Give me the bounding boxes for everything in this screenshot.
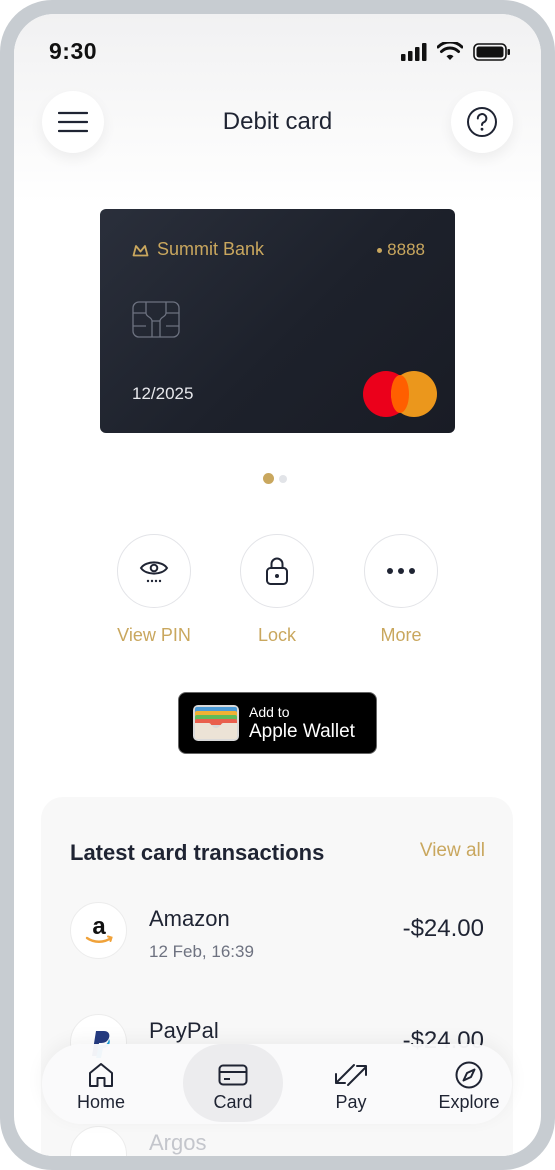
more-button[interactable]: [364, 534, 438, 608]
mastercard-logo: [363, 371, 437, 417]
nav-home[interactable]: Home: [51, 1044, 151, 1124]
device-frame: 9:30 Debit card Summit Bank 8888 12/2025…: [0, 0, 555, 1170]
battery-icon: [473, 42, 510, 61]
lock-action[interactable]: Lock: [227, 534, 327, 646]
nav-explore[interactable]: Explore: [419, 1044, 519, 1124]
transactions-title: Latest card transactions: [70, 840, 325, 865]
nav-pay-label: Pay: [335, 1092, 367, 1112]
view-all-link[interactable]: View all: [420, 840, 485, 862]
nav-card[interactable]: Card: [183, 1044, 283, 1124]
chip-icon: [132, 301, 180, 338]
status-icons: [401, 42, 511, 61]
status-time: 9:30: [49, 38, 98, 64]
lock-label: Lock: [257, 625, 297, 645]
signal-icon: [401, 42, 427, 61]
argos-logo: [70, 1126, 127, 1156]
svg-text:a: a: [92, 913, 106, 940]
nav-home-label: Home: [76, 1092, 125, 1112]
compass-icon: [455, 1061, 483, 1089]
wallet-text: Add to Apple Wallet: [249, 705, 355, 741]
home-icon: [89, 1063, 113, 1087]
more-label: More: [380, 625, 422, 645]
masked-dot: [377, 247, 383, 253]
more-action[interactable]: More: [351, 534, 451, 646]
pager-dot-active[interactable]: [263, 473, 274, 484]
bank-name: Summit Bank: [157, 239, 265, 259]
pay-icon: [335, 1064, 367, 1086]
nav-card-icon-wrap: [183, 1058, 283, 1092]
mastercard-overlap: [391, 375, 409, 413]
wallet-icon: [193, 705, 239, 741]
view-pin-action[interactable]: View PIN: [104, 534, 204, 646]
transaction-merchant: Amazon: [149, 906, 230, 931]
nav-card-label: Card: [213, 1092, 253, 1112]
card-expiry: 12/2025: [132, 384, 194, 403]
wallet-line2: Apple Wallet: [249, 721, 355, 742]
transaction-amount: -$24.00: [402, 915, 484, 942]
transaction-date: 12 Feb, 16:39: [149, 942, 254, 961]
add-to-apple-wallet-button[interactable]: Add to Apple Wallet: [178, 692, 377, 754]
view-pin-label: View PIN: [117, 625, 191, 645]
card-last-digits: 8888: [387, 240, 425, 259]
nav-home-icon-wrap: [51, 1058, 151, 1092]
card-bank: Summit Bank: [132, 239, 264, 260]
view-pin-button[interactable]: [117, 534, 191, 608]
card-pager: [263, 473, 287, 484]
nav-explore-label: Explore: [438, 1092, 500, 1112]
bottom-nav: Home Card Pay Explore: [42, 1044, 512, 1124]
wifi-icon: [437, 42, 463, 60]
debit-card[interactable]: Summit Bank 8888 12/2025: [100, 209, 455, 433]
transaction-merchant: Argos: [149, 1130, 207, 1155]
help-button[interactable]: [451, 91, 513, 153]
lock-button[interactable]: [240, 534, 314, 608]
pager-dot[interactable]: [279, 474, 287, 483]
nav-pay[interactable]: Pay: [301, 1044, 401, 1124]
screen: 9:30 Debit card Summit Bank 8888 12/2025…: [14, 14, 541, 1156]
transaction-merchant: PayPal: [149, 1018, 219, 1043]
help-icon: [467, 107, 497, 137]
amazon-logo: a: [70, 902, 127, 959]
transaction-row[interactable]: a Amazon 12 Feb, 16:39 -$24.00: [70, 902, 484, 962]
transaction-row[interactable]: Argos: [70, 1126, 484, 1156]
more-icon: [387, 568, 415, 574]
nav-explore-icon-wrap: [419, 1058, 519, 1092]
wallet-line1: Add to: [249, 704, 290, 720]
amazon-logo-icon: a: [85, 913, 113, 943]
card-number: 8888: [377, 240, 425, 260]
lock-icon: [266, 557, 288, 585]
bank-logo-icon: [132, 244, 149, 256]
card-icon: [218, 1064, 248, 1086]
eye-icon: [139, 561, 169, 583]
nav-pay-icon-wrap: [301, 1058, 401, 1092]
